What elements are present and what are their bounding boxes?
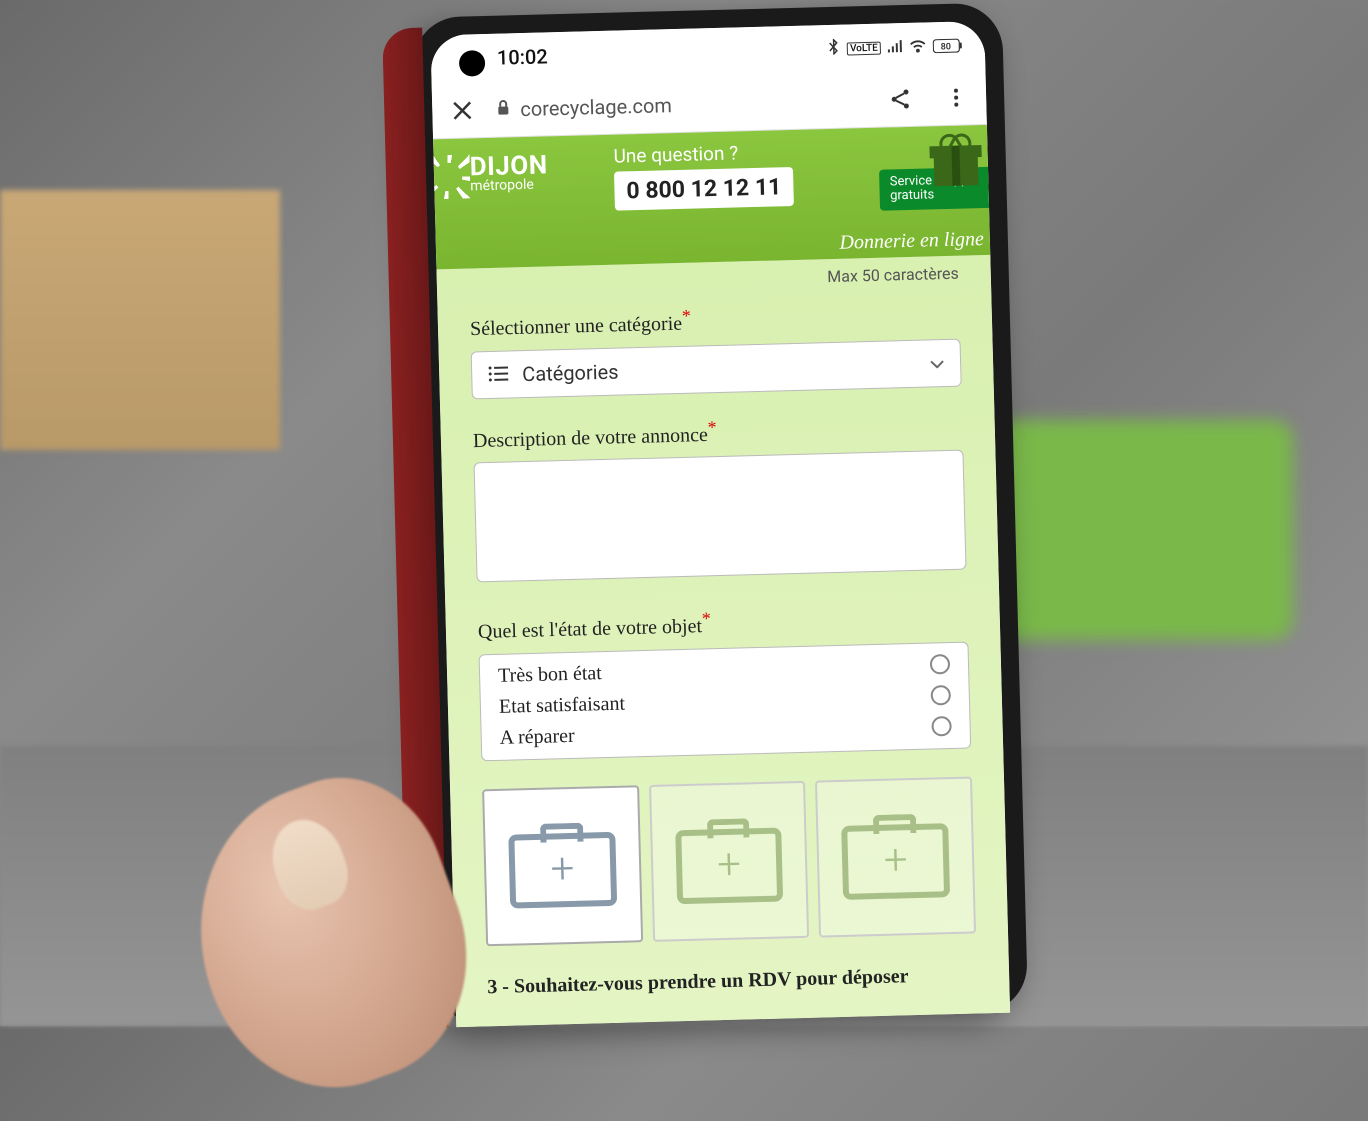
form-content: Max 50 caractères Sélectionner une catég…: [436, 255, 1010, 1027]
category-placeholder: Catégories: [522, 351, 916, 385]
photo-slot-2[interactable]: +: [649, 781, 810, 942]
camera-add-icon: +: [841, 813, 950, 900]
donnerie-tagline: Donnerie en ligne: [839, 228, 984, 255]
volte-icon: VoLTE: [847, 41, 881, 55]
photo-slot-3[interactable]: +: [815, 776, 976, 937]
signal-icon: [887, 38, 903, 57]
required-marker: *: [707, 417, 717, 437]
close-button[interactable]: [440, 88, 485, 133]
menu-button[interactable]: [934, 75, 979, 120]
step-3-heading: 3 - Souhaitez-vous prendre un RDV pour d…: [487, 963, 977, 999]
category-select[interactable]: Catégories: [471, 338, 962, 399]
url-text: corecyclage.com: [520, 93, 672, 121]
required-marker: *: [682, 306, 692, 326]
battery-icon: 80: [933, 38, 963, 53]
phone-number[interactable]: 0 800 12 12 11: [614, 167, 794, 211]
photo-slot-1[interactable]: +: [482, 785, 643, 946]
service-line2: gratuits: [890, 187, 979, 204]
radio-icon: [931, 685, 952, 706]
description-textarea[interactable]: [474, 450, 967, 583]
description-label: Description de votre annonce*: [473, 410, 964, 452]
photo-upload-row: + + +: [482, 776, 976, 945]
phone-device: 10:02 VoLTE 80: [412, 2, 1028, 1027]
background-wood: [0, 190, 280, 450]
radio-icon: [930, 655, 951, 676]
bluetooth-icon: [827, 39, 842, 59]
share-button[interactable]: [878, 76, 923, 121]
gift-icon: [927, 129, 984, 186]
radio-label: A réparer: [499, 716, 931, 750]
list-icon: [488, 362, 509, 387]
chevron-down-icon: [930, 353, 944, 372]
category-label: Sélectionner une catégorie*: [470, 299, 961, 341]
site-header: DIJON métropole Une question ? 0 800 12 …: [433, 125, 990, 269]
required-marker: *: [702, 609, 712, 629]
char-limit-hint: Max 50 caractères: [469, 264, 959, 296]
camera-add-icon: +: [675, 818, 784, 905]
camera-add-icon: +: [508, 822, 617, 909]
logo-burst-icon: [430, 154, 470, 199]
background-green: [993, 420, 1293, 640]
question-text: Une question ?: [613, 140, 792, 168]
phone-screen: 10:02 VoLTE 80: [430, 21, 1010, 1027]
lock-icon: [496, 99, 511, 119]
clock-time: 10:02: [497, 37, 828, 70]
radio-icon: [931, 716, 952, 737]
logo[interactable]: DIJON métropole: [439, 150, 548, 195]
status-icons: VoLTE 80: [827, 35, 963, 59]
condition-label: Quel est l'état de votre objet*: [478, 602, 969, 644]
condition-radio-group: Très bon état Etat satisfaisant A répare…: [479, 642, 972, 762]
svg-text:80: 80: [941, 42, 952, 52]
question-block: Une question ? 0 800 12 12 11: [613, 140, 793, 211]
url-bar[interactable]: corecyclage.com: [496, 88, 867, 122]
wifi-icon: [909, 37, 927, 56]
